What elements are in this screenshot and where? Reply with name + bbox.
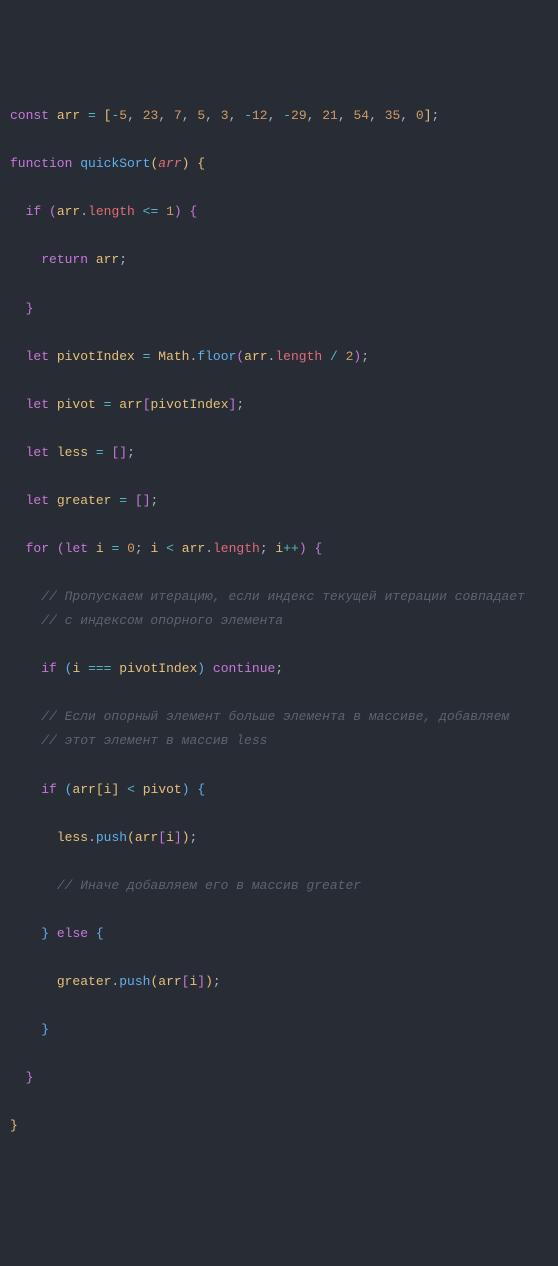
code-line: let less = []; (10, 441, 548, 465)
code-line (10, 128, 548, 152)
code-line (10, 1042, 548, 1066)
code-line (10, 465, 548, 489)
code-line (10, 224, 548, 248)
code-line: } (10, 1066, 548, 1090)
code-line: } (10, 297, 548, 321)
code-line (10, 802, 548, 826)
code-line: return arr; (10, 248, 548, 272)
code-block: const arr = [-5, 23, 7, 5, 3, -12, -29, … (10, 104, 548, 1138)
code-line (10, 681, 548, 705)
code-line: if (arr[i] < pivot) { (10, 778, 548, 802)
code-line: } (10, 1114, 548, 1138)
code-line (10, 850, 548, 874)
code-line (10, 417, 548, 441)
code-line (10, 321, 548, 345)
code-line: const arr = [-5, 23, 7, 5, 3, -12, -29, … (10, 104, 548, 128)
code-line: // Пропускаем итерацию, если индекс теку… (10, 585, 548, 609)
code-line: if (arr.length <= 1) { (10, 200, 548, 224)
code-line (10, 946, 548, 970)
code-line: for (let i = 0; i < arr.length; i++) { (10, 537, 548, 561)
code-line (10, 1090, 548, 1114)
code-line (10, 561, 548, 585)
code-line (10, 369, 548, 393)
code-line: // Если опорный элемент больше элемента … (10, 705, 548, 729)
code-line (10, 994, 548, 1018)
code-line: // Иначе добавляем его в массив greater (10, 874, 548, 898)
code-line: // этот элемент в массив less (10, 729, 548, 753)
code-line (10, 753, 548, 777)
code-line: } else { (10, 922, 548, 946)
code-line: // с индексом опорного элемента (10, 609, 548, 633)
code-line: greater.push(arr[i]); (10, 970, 548, 994)
code-line: let pivotIndex = Math.floor(arr.length /… (10, 345, 548, 369)
code-line: } (10, 1018, 548, 1042)
code-line: function quickSort(arr) { (10, 152, 548, 176)
code-line (10, 176, 548, 200)
code-line: less.push(arr[i]); (10, 826, 548, 850)
code-line: let greater = []; (10, 489, 548, 513)
code-line (10, 898, 548, 922)
code-line (10, 513, 548, 537)
code-line: if (i === pivotIndex) continue; (10, 657, 548, 681)
code-line (10, 273, 548, 297)
code-line (10, 633, 548, 657)
code-line: let pivot = arr[pivotIndex]; (10, 393, 548, 417)
